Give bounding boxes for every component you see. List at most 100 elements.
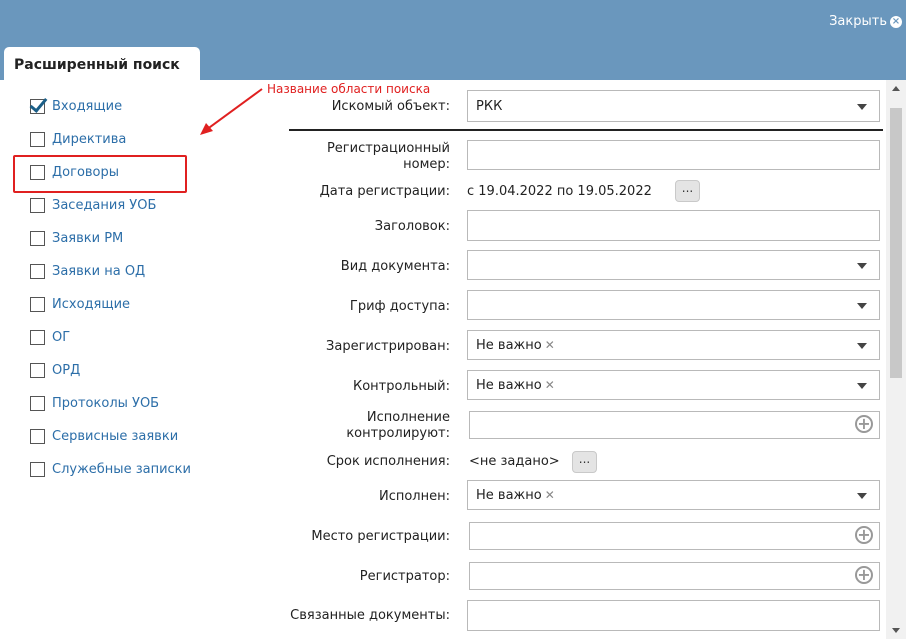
chevron-down-icon	[857, 343, 867, 349]
sidebar-item-label: ОГ	[52, 329, 71, 345]
reg-number-input[interactable]	[467, 140, 880, 170]
sidebar-item-ord[interactable]: ОРД	[30, 360, 80, 380]
search-object-label: Искомый объект:	[331, 99, 450, 114]
control-label: Контрольный:	[352, 379, 450, 394]
sidebar-item-label: Служебные записки	[52, 461, 191, 477]
sidebar-item-service-requests[interactable]: Сервисные заявки	[30, 426, 178, 446]
executed-value: Не важно ✕	[476, 488, 555, 503]
heading-label: Заголовок:	[374, 219, 450, 234]
checkbox-icon[interactable]	[30, 428, 45, 444]
sidebar-item-contracts[interactable]: Договоры	[30, 162, 119, 182]
reg-place-input[interactable]: +	[469, 522, 880, 550]
sidebar-item-label: Договоры	[52, 164, 120, 180]
search-object-select[interactable]: РКК	[467, 90, 880, 122]
checkbox-icon[interactable]	[30, 230, 45, 246]
sidebar-item-og[interactable]: ОГ	[30, 327, 70, 347]
clear-icon[interactable]: ✕	[545, 488, 555, 502]
sidebar-item-requests-od[interactable]: Заявки на ОД	[30, 261, 145, 281]
checkbox-icon[interactable]	[30, 131, 45, 147]
checkbox-icon[interactable]	[30, 164, 45, 180]
registered-value: Не важно ✕	[476, 338, 555, 353]
registered-value-text: Не важно	[476, 338, 542, 353]
access-label: Гриф доступа:	[349, 299, 450, 314]
tab-advanced-search[interactable]: Расширенный поиск	[4, 47, 200, 81]
executed-label: Исполнен:	[378, 489, 450, 504]
close-icon[interactable]: ×	[890, 15, 902, 28]
sidebar-item-label: ОРД	[52, 362, 81, 378]
access-select[interactable]	[467, 290, 880, 320]
sidebar-item-label: Входящие	[52, 98, 123, 114]
search-object-value: РКК	[476, 99, 503, 114]
sidebar-item-label: Протоколы УОБ	[52, 395, 160, 411]
doc-type-label: Вид документа:	[340, 259, 450, 274]
vertical-scrollbar[interactable]	[886, 80, 906, 639]
deadline-picker-button[interactable]: ...	[572, 451, 597, 473]
registered-select[interactable]: Не важно ✕	[467, 330, 880, 360]
executed-select[interactable]: Не важно ✕	[467, 480, 880, 510]
checkbox-checked-icon[interactable]	[30, 98, 45, 114]
chevron-down-icon	[857, 303, 867, 309]
reg-number-label-line2: номер:	[403, 157, 450, 172]
sidebar-item-label: Заседания УОБ	[52, 197, 157, 213]
doc-type-select[interactable]	[467, 250, 880, 280]
related-input[interactable]	[467, 600, 880, 631]
clear-icon[interactable]: ✕	[545, 378, 555, 392]
sidebar-item-label: Заявки РМ	[52, 230, 124, 246]
sidebar-item-meetings[interactable]: Заседания УОБ	[30, 195, 156, 215]
chevron-down-icon	[857, 104, 867, 110]
tab-title: Расширенный поиск	[14, 57, 180, 73]
executed-value-text: Не важно	[476, 488, 542, 503]
scroll-up-icon[interactable]	[892, 86, 900, 91]
scrollbar-thumb[interactable]	[890, 108, 902, 378]
checkbox-icon[interactable]	[30, 395, 45, 411]
controllers-label-line1: Исполнение	[366, 410, 450, 425]
checkbox-icon[interactable]	[30, 461, 45, 477]
sidebar-item-label: Директива	[52, 131, 127, 147]
chevron-down-icon	[857, 493, 867, 499]
sidebar-item-directive[interactable]: Директива	[30, 129, 126, 149]
deadline-label: Срок исполнения:	[326, 454, 450, 469]
registrar-input[interactable]: +	[469, 562, 880, 590]
sidebar-item-incoming[interactable]: Входящие	[30, 96, 122, 116]
reg-date-value: с 19.04.2022 по 19.05.2022	[467, 184, 652, 199]
reg-number-label-line1: Регистрационный	[326, 141, 450, 156]
sidebar-item-protocols[interactable]: Протоколы УОБ	[30, 393, 159, 413]
control-value-text: Не важно	[476, 378, 542, 393]
sidebar-item-memos[interactable]: Служебные записки	[30, 459, 191, 479]
checkbox-icon[interactable]	[30, 362, 45, 378]
close-label: Закрыть	[829, 14, 887, 29]
sidebar-item-outgoing[interactable]: Исходящие	[30, 294, 130, 314]
close-button[interactable]: Закрыть ×	[829, 14, 902, 29]
reg-place-label: Место регистрации:	[311, 529, 450, 544]
controllers-input[interactable]: +	[469, 411, 880, 439]
heading-input[interactable]	[467, 210, 880, 241]
reg-date-picker-button[interactable]: ...	[675, 180, 700, 202]
sidebar-item-label: Заявки на ОД	[52, 263, 146, 279]
chevron-down-icon	[857, 263, 867, 269]
checkbox-icon[interactable]	[30, 263, 45, 279]
sidebar-item-requests-rm[interactable]: Заявки РМ	[30, 228, 123, 248]
annotation-text: Название области поиска	[267, 82, 431, 96]
reg-date-label: Дата регистрации:	[319, 184, 450, 199]
control-value: Не важно ✕	[476, 378, 555, 393]
checkbox-icon[interactable]	[30, 197, 45, 213]
add-icon[interactable]: +	[855, 415, 873, 433]
window-header: Закрыть × Расширенный поиск	[0, 0, 906, 81]
sidebar-item-label: Исходящие	[52, 296, 131, 312]
control-select[interactable]: Не важно ✕	[467, 370, 880, 400]
registered-label: Зарегистрирован:	[326, 339, 450, 354]
add-icon[interactable]: +	[855, 566, 873, 584]
annotation-arrow-icon	[200, 88, 263, 135]
controllers-label-line2: контролируют:	[346, 426, 450, 441]
chevron-down-icon	[857, 383, 867, 389]
add-icon[interactable]: +	[855, 526, 873, 544]
sidebar-item-label: Сервисные заявки	[52, 428, 179, 444]
clear-icon[interactable]: ✕	[545, 338, 555, 352]
scroll-down-icon[interactable]	[892, 628, 900, 633]
checkbox-icon[interactable]	[30, 296, 45, 312]
deadline-value: <не задано>	[469, 454, 560, 469]
search-panel: Название области поиска Входящие Директи…	[0, 80, 906, 639]
divider	[289, 129, 883, 131]
checkbox-icon[interactable]	[30, 329, 45, 345]
registrar-label: Регистратор:	[359, 569, 450, 584]
